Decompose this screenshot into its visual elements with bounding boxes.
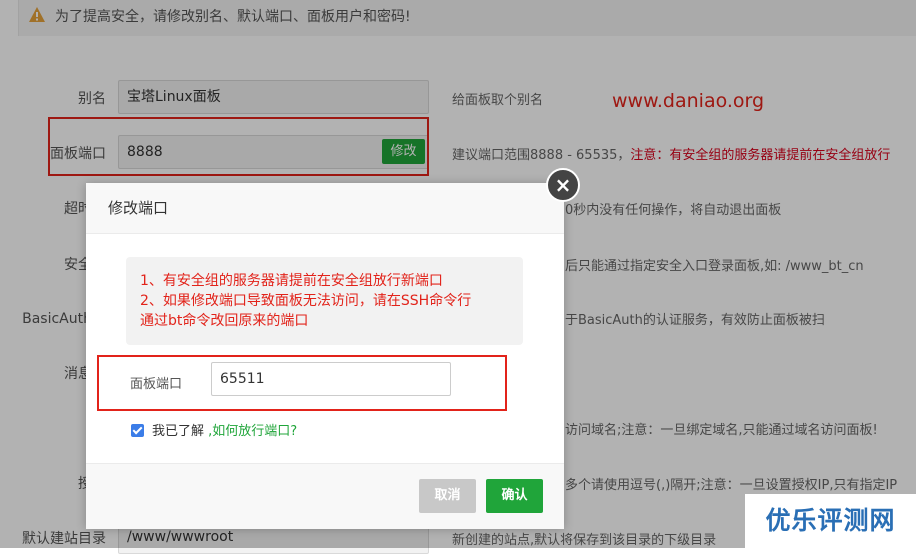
acknowledge-label: 我已了解 (152, 424, 205, 439)
notice-line-2: 2、如果修改端口导致面板无法访问，请在SSH命令行 (140, 293, 472, 309)
acknowledge-row: 我已了解 ,如何放行端口? (131, 420, 297, 439)
notice-line-3: 通过bt命令改回原来的端口 (140, 313, 309, 329)
change-port-dialog: 修改端口 1、有安全组的服务器请提前在安全组放行新端口 2、如果修改端口导致面板… (86, 183, 564, 529)
dialog-port-label: 面板端口 (130, 377, 183, 392)
brand-watermark: 优乐评测网 (745, 494, 916, 548)
dialog-title: 修改端口 (86, 183, 564, 234)
dialog-footer: 取消 确认 (86, 463, 564, 529)
close-icon[interactable]: × (546, 168, 580, 202)
how-to-open-port-link[interactable]: ,如何放行端口? (208, 424, 297, 439)
acknowledge-checkbox[interactable] (131, 424, 144, 437)
notice-line-1: 1、有安全组的服务器请提前在安全组放行新端口 (140, 273, 443, 289)
confirm-button[interactable]: 确认 (486, 479, 543, 513)
dialog-port-input[interactable]: 65511 (211, 362, 451, 396)
cancel-button[interactable]: 取消 (419, 479, 476, 513)
dialog-notice: 1、有安全组的服务器请提前在安全组放行新端口 2、如果修改端口导致面板无法访问，… (126, 257, 523, 345)
